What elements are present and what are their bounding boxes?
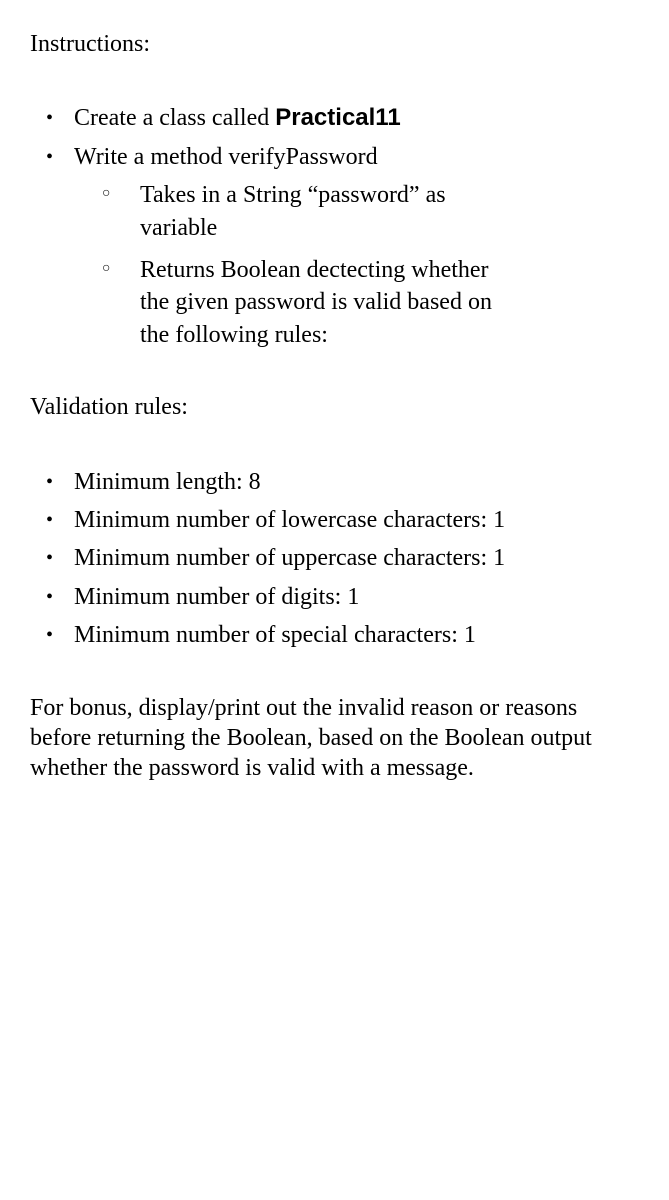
instructions-list: Create a class called Practical11 Write … [30,102,639,351]
bonus-paragraph: For bonus, display/print out the invalid… [30,693,639,783]
sub-list-item: Takes in a String “password” as variable [102,179,502,244]
sub-list-item: Returns Boolean dectecting whether the g… [102,254,502,351]
list-item-text: Create a class called [74,105,275,131]
list-item: Minimum length: 8 [46,466,639,498]
list-item: Minimum number of uppercase characters: … [46,542,639,574]
sub-list: Takes in a String “password” as variable… [74,179,639,351]
list-item: Minimum number of special characters: 1 [46,619,639,651]
list-item-text: Write a method verifyPassword [74,144,378,170]
list-item: Write a method verifyPassword Takes in a… [46,141,639,351]
class-name-bold: Practical11 [275,104,400,131]
list-item: Minimum number of digits: 1 [46,581,639,613]
validation-heading: Validation rules: [30,391,639,423]
validation-rules-list: Minimum length: 8 Minimum number of lowe… [30,466,639,652]
list-item: Minimum number of lowercase characters: … [46,504,639,536]
list-item: Create a class called Practical11 [46,102,639,134]
instructions-heading: Instructions: [30,28,639,60]
